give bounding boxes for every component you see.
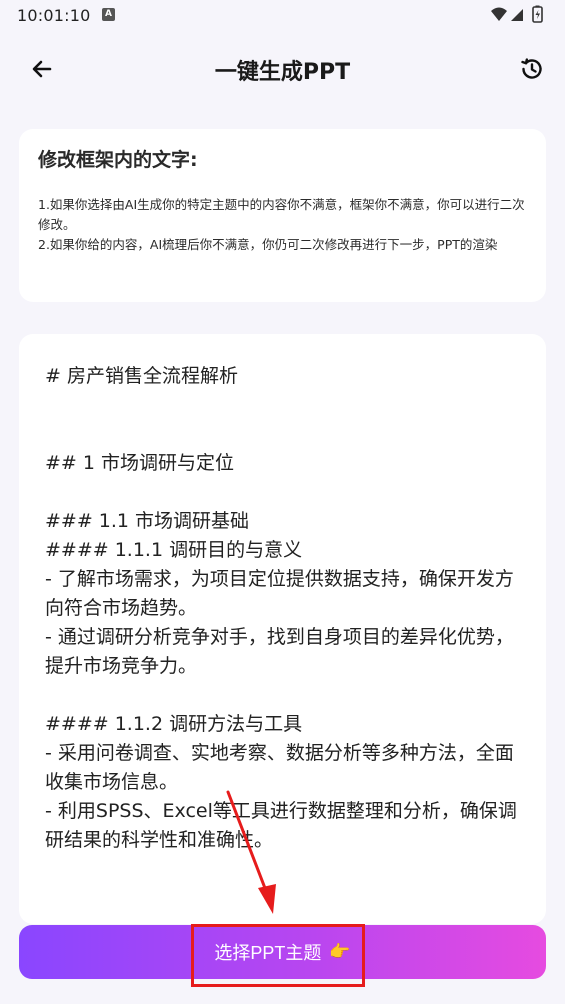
status-bar: 10:01:10 A xyxy=(0,0,565,32)
tips-title: 修改框架内的文字: xyxy=(38,149,198,171)
page-title: 一键生成PPT xyxy=(214,60,351,85)
choose-ppt-theme-label: 选择PPT主题 xyxy=(214,943,322,963)
notification-icon: A xyxy=(102,8,115,21)
app-bar: 一键生成PPT xyxy=(0,36,565,102)
pointing-hand-icon: 👉 xyxy=(329,942,351,961)
outline-text[interactable]: # 房产销售全流程解析 ## 1 市场调研与定位 ### 1.1 市场调研基础 … xyxy=(45,362,522,855)
choose-ppt-theme-button[interactable]: 选择PPT主题 👉 xyxy=(19,925,546,979)
outline-editor[interactable]: # 房产销售全流程解析 ## 1 市场调研与定位 ### 1.1 市场调研基础 … xyxy=(19,334,546,924)
tips-line-1: 1.如果你选择由AI生成你的特定主题中的内容你不满意，框架你不满意，你可以进行二… xyxy=(38,197,525,232)
wifi-icon xyxy=(491,7,507,21)
status-icons xyxy=(489,5,549,25)
status-time: 10:01:10 xyxy=(17,6,91,25)
signal-icon xyxy=(511,9,523,21)
history-button[interactable] xyxy=(516,53,548,85)
battery-icon xyxy=(532,5,543,23)
tips-line-2: 2.如果你给的内容，AI梳理后你不满意，你仍可二次修改再进行下一步，PPT的渲染 xyxy=(38,237,498,252)
history-icon xyxy=(521,58,542,79)
tips-card: 修改框架内的文字: 1.如果你选择由AI生成你的特定主题中的内容你不满意，框架你… xyxy=(19,129,546,302)
